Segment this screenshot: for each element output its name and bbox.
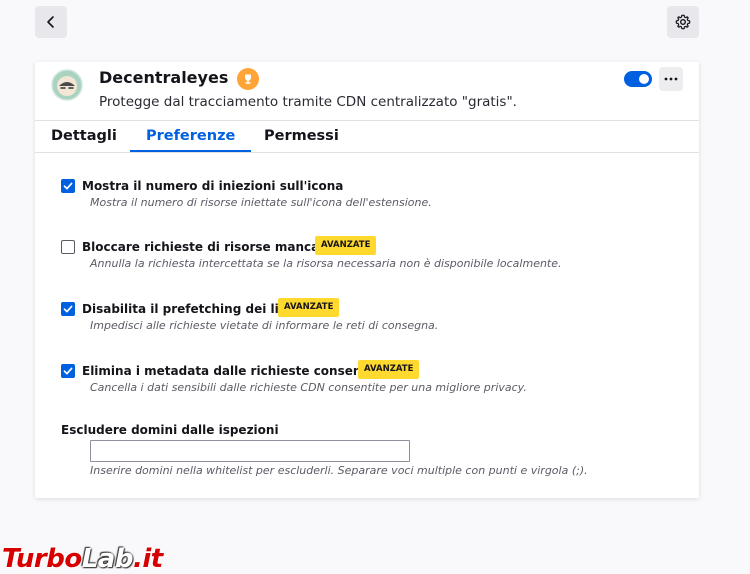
toggle-knob [639,74,649,84]
chevron-left-icon [47,16,54,28]
watermark-part: Turbo [2,544,82,574]
pref-checkbox[interactable] [61,302,75,316]
pref-description: Cancella i dati sensibili dalle richiest… [90,381,527,394]
pref-description: Annulla la richiesta intercettata se la … [90,257,562,270]
exclude-domains-label: Escludere domini dalle ispezioni [61,423,279,437]
pref-label[interactable]: Bloccare richieste di risorse mancanti [82,239,338,255]
more-options-button[interactable] [659,67,683,91]
addon-description: Protegge dal tracciamento tramite CDN ce… [99,94,517,110]
tab-bar: Dettagli Preferenze Permessi [35,120,699,153]
enable-toggle[interactable] [624,71,652,87]
gear-icon [675,14,691,30]
pref-checkbox[interactable] [61,240,75,254]
pref-description: Impedisci alle richieste vietate di info… [90,319,439,332]
pref-label[interactable]: Mostra il numero di iniezioni sull'icona [82,178,343,194]
pref-label[interactable]: Elimina i metadata dalle richieste conse… [82,363,385,379]
recommended-badge [237,68,259,90]
addon-logo [51,69,83,101]
tab-dettagli[interactable]: Dettagli [35,121,133,152]
pref-description: Mostra il numero di risorse iniettate su… [90,196,432,209]
exclude-domains-input[interactable] [90,440,410,462]
pref-checkbox[interactable] [61,179,75,193]
addon-name: Decentraleyes [99,68,229,87]
addon-card: Decentraleyes Protegge dal tracciamento … [35,62,699,498]
advanced-badge: AVANZATE [315,236,377,255]
exclude-domains-help: Inserire domini nella whitelist per escl… [90,464,588,477]
advanced-badge: AVANZATE [358,360,420,379]
pref-checkbox[interactable] [61,364,75,378]
settings-button[interactable] [667,6,699,38]
watermark-logo: TurboLab.it [2,544,163,574]
tab-preferenze[interactable]: Preferenze [130,121,252,152]
ellipsis-icon [664,77,678,81]
trophy-icon [245,74,251,84]
tab-permessi[interactable]: Permessi [248,121,355,152]
advanced-badge: AVANZATE [278,298,340,317]
back-button[interactable] [35,6,67,38]
checkmark-icon [63,182,73,190]
watermark-part: .it [132,544,163,574]
checkmark-icon [63,367,73,375]
checkmark-icon [63,305,73,313]
watermark-part: Lab [81,544,134,574]
pref-label[interactable]: Disabilita il prefetching dei link [82,301,295,317]
